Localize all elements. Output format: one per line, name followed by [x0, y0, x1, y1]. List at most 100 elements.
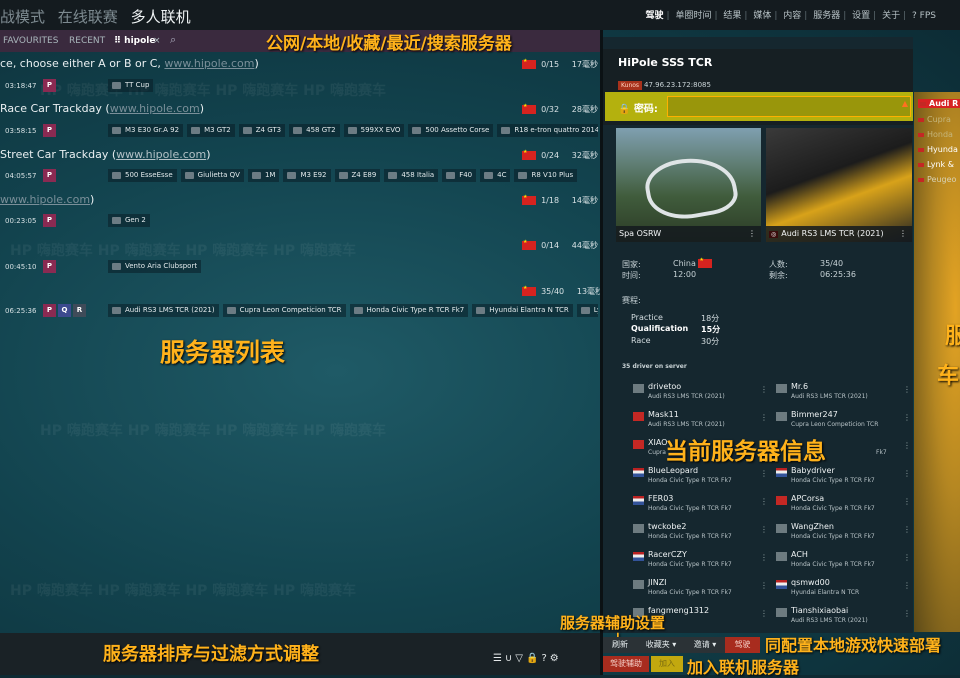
driver-entry[interactable]: RacerCZY Honda Civic Type R TCR Fk7 ⋮	[633, 550, 773, 574]
brand-icon	[920, 101, 926, 106]
nav-settings[interactable]: 设置	[852, 11, 870, 21]
drive-button[interactable]: 驾驶	[725, 637, 760, 653]
server-row-title[interactable]: ce, choose either A or B or C, www.hipol…	[0, 57, 259, 70]
driver-flag-icon	[776, 608, 787, 617]
session-duration: 15分	[701, 325, 721, 334]
car-chip: 1M	[247, 169, 280, 182]
server-time: 03:18:47	[5, 82, 37, 90]
driver-entry[interactable]: Tianshixiaobai Audi RS3 LMS TCR (2021) ⋮	[776, 606, 916, 630]
car-chip: 458 GT2	[289, 124, 340, 137]
driver-entry[interactable]: FER03 Honda Civic Type R TCR Fk7 ⋮	[633, 494, 773, 518]
driver-entry[interactable]: JINZI Honda Civic Type R TCR Fk7 ⋮	[633, 578, 773, 602]
car-list-item[interactable]: Audi R	[918, 99, 960, 108]
u-magnet-icon[interactable]: ∪	[505, 653, 512, 664]
invite-button[interactable]: 邀请 ▾	[685, 637, 725, 653]
driver-entry[interactable]: ACH Honda Civic Type R TCR Fk7 ⋮	[776, 550, 916, 574]
driver-flag-icon	[776, 384, 787, 393]
nav-media[interactable]: 媒体	[753, 11, 771, 21]
car-list: M3 E30 Gr.A 92 M3 GT2 Z4 GT3 458 GT2 599XX E…	[108, 124, 598, 137]
china-flag-icon	[522, 58, 536, 69]
car-list: TT Cup	[108, 79, 157, 92]
search-icon[interactable]: ⌕	[170, 33, 176, 47]
tab-mode-multiplayer[interactable]: 多人联机	[131, 8, 191, 26]
more-icon: ⋮	[760, 525, 768, 534]
more-icon: ⋮	[760, 413, 768, 422]
drive-assist-button[interactable]: 驾驶辅助	[603, 656, 649, 672]
question-icon[interactable]: ?	[541, 653, 546, 664]
more-icon: ⋮	[903, 497, 911, 506]
more-icon: ⋮	[748, 229, 756, 238]
password-input[interactable]	[667, 96, 911, 117]
nav-about[interactable]: 关于	[882, 11, 900, 21]
car-chip: 500 EsseEsse	[108, 169, 177, 182]
track-preview[interactable]: Spa OSRW ⋮	[616, 128, 761, 242]
nav-results[interactable]: 结果	[723, 11, 741, 21]
car-list: Audi RS3 LMS TCR (2021) Cupra Leon Compet…	[108, 304, 598, 317]
driver-flag-icon	[633, 468, 644, 477]
driver-entry[interactable]: WangZhen Honda Civic Type R TCR Fk7 ⋮	[776, 522, 916, 546]
nav-drive[interactable]: 驾驶	[646, 11, 664, 21]
track-caption: Spa OSRW ⋮	[616, 226, 761, 242]
car-caption: ◎ Audi RS3 LMS TCR (2021) ⋮	[766, 226, 912, 242]
car-list-item[interactable]: Lynk &	[918, 160, 954, 169]
sort-filter-tools: ☰ ∪ ▽ 🔒? ⚙	[493, 653, 562, 664]
tab-favourites[interactable]: FAVOURITES	[3, 36, 58, 46]
driver-entry[interactable]: Mask11 Audi RS3 LMS TCR (2021) ⋮	[633, 410, 773, 434]
nav-content[interactable]: 内容	[783, 11, 801, 21]
server-row-title[interactable]: Race Car Trackday (www.hipole.com)	[0, 102, 204, 115]
driver-entry[interactable]: Babydriver Honda Civic Type R TCR Fk7 ⋮	[776, 466, 916, 490]
car-list-item[interactable]: Hyunda	[918, 145, 958, 154]
driver-entry[interactable]: Bimmer247 Cupra Leon Competicion TCR ⋮	[776, 410, 916, 434]
practice-badge: P	[43, 124, 56, 137]
driver-entry[interactable]: twckobe2 Honda Civic Type R TCR Fk7 ⋮	[633, 522, 773, 546]
driver-entry[interactable]: BlueLeopard Honda Civic Type R TCR Fk7 ⋮	[633, 466, 773, 490]
more-icon: ⋮	[760, 385, 768, 394]
server-row-title[interactable]: Street Car Trackday (www.hipole.com)	[0, 148, 211, 161]
car-list: Gen 2	[108, 214, 154, 227]
tab-hipole[interactable]: ⠿ hipole	[114, 36, 155, 46]
china-flag-icon	[698, 257, 713, 268]
tab-hipole-label: hipole	[124, 36, 156, 46]
nav-server[interactable]: 服务器	[813, 11, 840, 21]
brand-icon	[918, 162, 924, 167]
server-time: 03:58:15	[5, 127, 37, 135]
car-list: 500 EsseEsse Giulietta QV 1M M3 E92 Z4 E89 45…	[108, 169, 598, 182]
driver-entry[interactable]: Mr.6 Audi RS3 LMS TCR (2021) ⋮	[776, 382, 916, 406]
driver-entry[interactable]: APCorsa Honda Civic Type R TCR Fk7 ⋮	[776, 494, 916, 518]
nav-fps[interactable]: ? FPS	[912, 11, 936, 21]
tab-mode-online-league[interactable]: 在线联赛	[58, 8, 118, 26]
join-button[interactable]: 加入	[651, 656, 683, 672]
car-chip: F40	[442, 169, 477, 182]
country-value: China	[673, 257, 713, 268]
brand-icon	[918, 132, 924, 137]
watermark: HP 嗨跑赛车 HP 嗨跑赛车 HP 嗨跑赛车 HP 嗨跑赛车	[10, 243, 357, 259]
refresh-button[interactable]: 刷新	[603, 637, 637, 653]
car-list-item[interactable]: Honda	[918, 130, 953, 139]
car-list-item[interactable]: Cupra	[918, 115, 951, 124]
password-bar: 🔒 密码: ▲	[605, 92, 913, 121]
lock-icon[interactable]: 🔒	[526, 653, 538, 664]
tab-recent[interactable]: RECENT	[69, 36, 105, 46]
list-icon[interactable]: ☰	[493, 653, 502, 664]
gear-icon[interactable]: ⚙	[550, 653, 559, 664]
session-name: Qualification	[631, 324, 689, 333]
practice-badge: P	[43, 304, 56, 317]
driver-entry[interactable]: qsmwd00 Hyundai Elantra N TCR ⋮	[776, 578, 916, 602]
car-chip: 458 Italia	[384, 169, 439, 182]
players-value: 35/40	[820, 259, 844, 268]
driver-entry[interactable]: drivetoo Audi RS3 LMS TCR (2021) ⋮	[633, 382, 773, 406]
tab-mode-career[interactable]: 战模式	[0, 8, 45, 26]
more-icon: ⋮	[760, 609, 768, 618]
qualify-badge: Q	[58, 304, 71, 317]
car-preview[interactable]: ◎ Audi RS3 LMS TCR (2021) ⋮	[766, 128, 912, 242]
nav-laptimes[interactable]: 单圈时间	[675, 11, 711, 21]
car-list-item[interactable]: Peugeo	[918, 175, 956, 184]
driver-flag-icon	[633, 496, 644, 505]
server-row-title[interactable]: www.hipole.com)	[0, 193, 94, 206]
server-time: 00:23:05	[5, 217, 37, 225]
filter-icon[interactable]: ▽	[515, 653, 523, 664]
driver-flag-icon	[633, 412, 644, 421]
favorites-button[interactable]: 收藏夹 ▾	[637, 637, 685, 653]
annotation-join: 加入联机服务器	[687, 658, 800, 677]
tab-close-icon[interactable]: ×	[153, 36, 161, 46]
